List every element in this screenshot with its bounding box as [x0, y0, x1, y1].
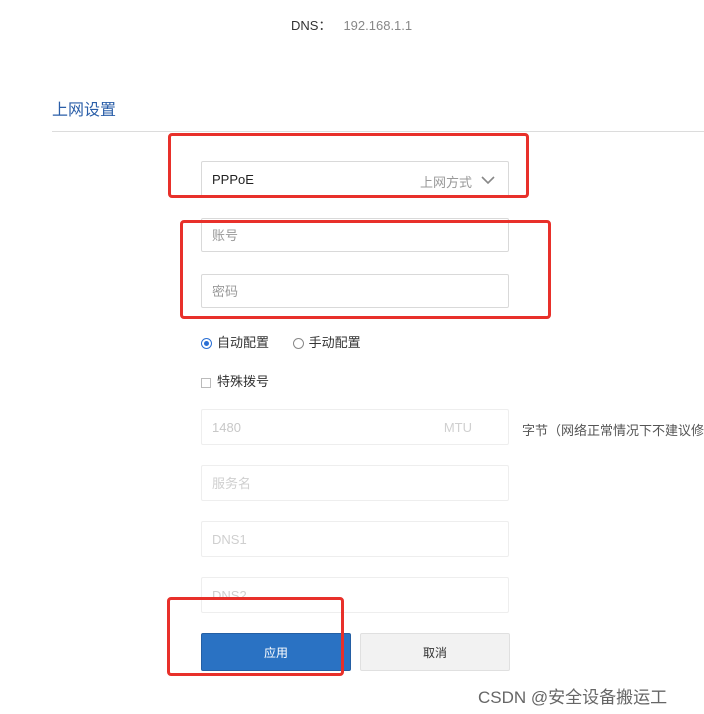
- dns2-wrapper: [201, 577, 509, 613]
- radio-manual-config[interactable]: 手动配置: [292, 332, 361, 351]
- radio-manual-label: 手动配置: [308, 335, 361, 350]
- radio-auto-config[interactable]: 自动配置: [201, 332, 269, 351]
- apply-button[interactable]: 应用: [201, 633, 351, 671]
- special-dial-label: 特殊拨号: [217, 374, 270, 389]
- connection-type-select[interactable]: PPPoE 上网方式: [201, 161, 509, 197]
- mtu-note: 字节（网络正常情况下不建议修: [522, 423, 704, 438]
- watermark: CSDN @安全设备搬运工: [478, 688, 668, 707]
- mtu-unit: MTU: [443, 420, 472, 435]
- cancel-button[interactable]: 取消: [360, 633, 510, 671]
- radio-auto-label: 自动配置: [217, 335, 270, 350]
- special-dial-checkbox[interactable]: [201, 377, 211, 388]
- connection-type-value: PPPoE: [212, 172, 254, 187]
- dns-label: DNS：: [291, 18, 332, 33]
- dns1-wrapper: [201, 521, 509, 557]
- radio-unchecked-icon[interactable]: [292, 338, 304, 350]
- dns1-input[interactable]: [202, 522, 508, 556]
- service-name-input[interactable]: [202, 466, 508, 500]
- dns2-input[interactable]: [202, 578, 508, 612]
- account-field-wrapper: [201, 218, 509, 252]
- dns-value: 192.168.1.1: [343, 18, 413, 33]
- service-name-wrapper: [201, 465, 509, 501]
- mtu-field-wrapper: MTU: [201, 409, 509, 445]
- section-divider: [52, 131, 704, 132]
- radio-checked-icon[interactable]: [201, 338, 212, 350]
- section-title: 上网设置: [52, 102, 117, 119]
- password-input[interactable]: [202, 275, 508, 307]
- connection-type-label: 上网方式: [419, 175, 472, 190]
- dns-info: DNS： 192.168.1.1: [291, 15, 412, 34]
- password-field-wrapper: [201, 274, 509, 308]
- special-dial-row[interactable]: 特殊拨号: [201, 371, 269, 390]
- chevron-down-icon[interactable]: [480, 172, 496, 188]
- account-input[interactable]: [202, 219, 508, 251]
- config-mode-group: 自动配置 手动配置: [201, 332, 361, 351]
